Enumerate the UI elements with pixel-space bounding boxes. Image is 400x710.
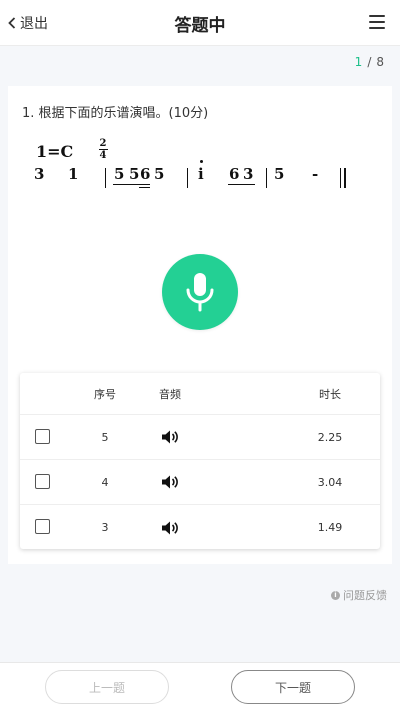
speaker-icon [162, 430, 178, 444]
row-duration: 3.04 [317, 475, 343, 489]
bar-line [187, 168, 188, 188]
progress-separator: / [367, 55, 372, 69]
underline-sixteenth [139, 187, 150, 188]
score-note: 1 [68, 165, 79, 183]
menu-icon[interactable] [369, 15, 385, 29]
table-header: 序号 音频 时长 [20, 373, 380, 415]
play-audio-button[interactable] [150, 505, 190, 550]
table-row: 4 3.04 [20, 460, 380, 505]
recordings-table: 序号 音频 时长 5 2.25 4 3.04 3 1.49 [20, 373, 380, 549]
score-note: 3 [34, 165, 45, 183]
top-bar: 退出 答题中 [0, 0, 400, 46]
row-duration: 2.25 [317, 430, 343, 444]
table-row: 5 2.25 [20, 415, 380, 460]
score-note: 5 [129, 165, 140, 183]
score-note: 6 [140, 165, 151, 183]
page-title: 答题中 [174, 16, 226, 36]
play-audio-button[interactable] [150, 460, 190, 504]
bar-line [105, 168, 106, 188]
meter-bottom: 4 [99, 150, 107, 161]
row-duration: 1.49 [317, 521, 343, 534]
question-card: 1. 根据下面的乐谱演唱。(10分) 1=C 2 4 3 1 5 5 6 5 i… [8, 86, 392, 564]
feedback-link[interactable]: i 问题反馈 [331, 587, 387, 603]
score-note-high: i [198, 160, 204, 183]
question-text: 1. 根据下面的乐谱演唱。(10分) [22, 106, 209, 121]
header-number: 序号 [94, 387, 116, 401]
score-note: 3 [243, 165, 254, 183]
row-checkbox[interactable] [35, 429, 50, 444]
progress-total: 8 [376, 55, 384, 69]
score-key: 1=C [36, 142, 74, 161]
end-bar-line-thick [344, 168, 346, 188]
header-audio: 音频 [159, 387, 181, 401]
prev-question-button[interactable]: 上一题 [45, 670, 169, 704]
score-note: 5 [114, 165, 125, 183]
feedback-label: 问题反馈 [343, 589, 387, 602]
microphone-icon [186, 273, 214, 312]
row-checkbox[interactable] [35, 474, 50, 489]
bar-line [266, 168, 267, 188]
time-signature: 2 4 [98, 138, 108, 161]
row-checkbox[interactable] [35, 519, 50, 534]
row-number: 3 [101, 521, 109, 534]
end-bar-line [340, 168, 341, 188]
info-icon: i [331, 590, 340, 600]
score-note: 5 [274, 165, 285, 183]
bottom-bar: 上一题 下一题 [0, 662, 400, 710]
meter-top: 2 [99, 138, 107, 149]
score-note: 6 [229, 165, 240, 183]
row-number: 5 [101, 430, 109, 444]
music-score: 1=C 2 4 3 1 5 5 6 5 i 6 3 5 - [30, 138, 370, 192]
speaker-icon [162, 521, 178, 534]
underline-eighth [228, 184, 255, 185]
score-dash: - [312, 165, 319, 183]
row-number: 4 [101, 475, 109, 489]
play-audio-button[interactable] [150, 415, 190, 459]
record-button[interactable] [162, 254, 238, 330]
underline-eighth [113, 184, 150, 185]
speaker-icon [162, 475, 178, 489]
progress-current: 1 [354, 55, 363, 69]
score-note: 5 [154, 165, 165, 183]
header-duration: 时长 [319, 387, 341, 401]
question-progress: 1 / 8 [355, 55, 384, 69]
table-row: 3 1.49 [20, 505, 380, 550]
next-question-button[interactable]: 下一题 [231, 670, 355, 704]
